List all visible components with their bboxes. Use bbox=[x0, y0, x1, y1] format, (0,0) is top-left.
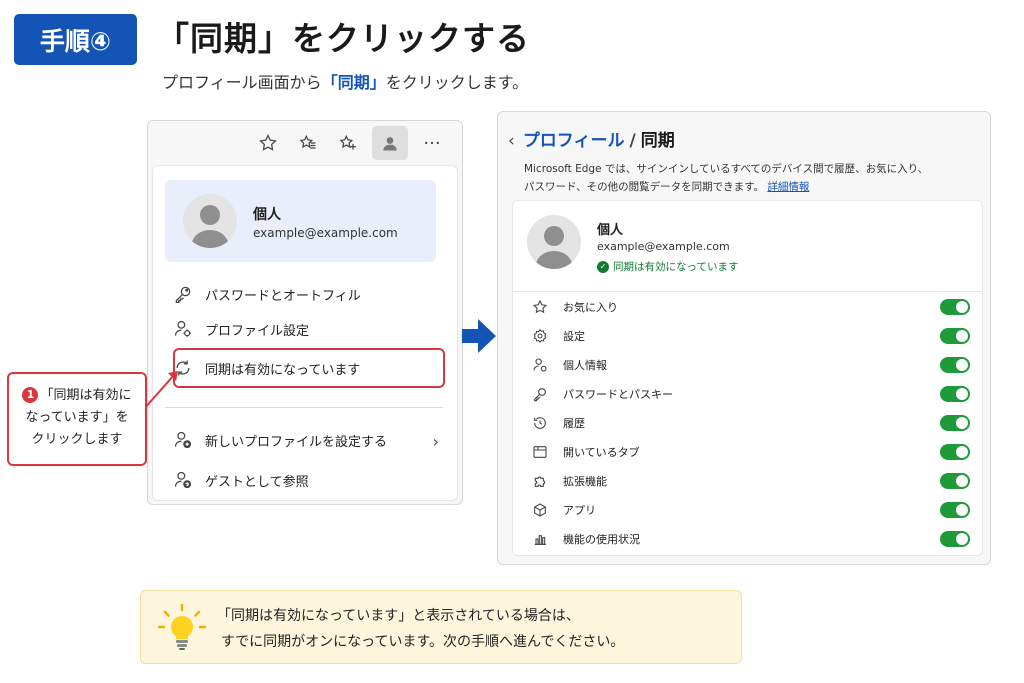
arrow-right-icon bbox=[462, 319, 496, 353]
step-badge: 手順④ bbox=[14, 14, 137, 65]
sync-row-label: 開いているタブ bbox=[563, 445, 640, 459]
sync-row-label: 設定 bbox=[563, 329, 585, 343]
sync-row-apps: アプリ bbox=[513, 495, 982, 524]
menu-item-sync[interactable]: 同期は有効になっています bbox=[171, 352, 360, 384]
breadcrumb-profile-link[interactable]: プロフィール bbox=[523, 131, 625, 151]
sync-description: Microsoft Edge では、サインインしているすべてのデバイス間で履歴、… bbox=[524, 160, 964, 196]
callout-number: 1 bbox=[22, 387, 39, 403]
back-button[interactable]: ‹ bbox=[508, 131, 515, 151]
gear-icon bbox=[531, 327, 549, 345]
callout-line2: なっています」を bbox=[25, 410, 129, 425]
sync-settings-panel: ‹ プロフィール / 同期 Microsoft Edge では、サインインしているすべ… bbox=[497, 111, 991, 565]
sync-row-extensions: 拡張機能 bbox=[513, 466, 982, 495]
account-email: example@example.com bbox=[597, 240, 730, 253]
subtitle-post: をクリックします。 bbox=[385, 73, 529, 92]
sync-row-label: アプリ bbox=[563, 503, 596, 517]
menu-item-label: プロファイル設定 bbox=[205, 323, 310, 339]
sync-card: 個人 example@example.com ✓ 同期は有効になっています お気… bbox=[512, 200, 983, 556]
sync-row-label: パスワードとパスキー bbox=[563, 387, 673, 401]
menu-item-label: ゲストとして参照 bbox=[205, 474, 309, 490]
menu-item-profile-settings[interactable]: プロファイル設定 bbox=[171, 313, 309, 345]
person-gear-icon bbox=[171, 317, 195, 341]
person-info-icon bbox=[531, 356, 549, 374]
key-icon bbox=[531, 385, 549, 403]
favorites-icon[interactable] bbox=[288, 126, 328, 160]
sync-row-label: お気に入り bbox=[563, 300, 618, 314]
account-name: 個人 bbox=[597, 223, 624, 238]
browser-window: ··· 個人 example@example.com パスワードとオートフィル … bbox=[147, 120, 463, 505]
sync-row-open-tabs: 開いているタブ bbox=[513, 437, 982, 466]
subtitle-highlight: 「同期」 bbox=[321, 73, 386, 92]
sync-toggle-apps[interactable] bbox=[940, 501, 970, 518]
profile-card[interactable]: 個人 example@example.com bbox=[165, 180, 436, 262]
breadcrumb-current: 同期 bbox=[640, 131, 675, 151]
sync-toggle-personal-info[interactable] bbox=[940, 356, 970, 373]
sync-row-label: 拡張機能 bbox=[563, 474, 607, 488]
subtitle-pre: プロフィール画面から bbox=[162, 73, 322, 92]
avatar bbox=[527, 215, 581, 269]
callout-line3: クリックします bbox=[31, 432, 123, 447]
cube-icon bbox=[531, 501, 549, 519]
sync-row-personal-info: 個人情報 bbox=[513, 350, 982, 379]
sync-toggle-open-tabs[interactable] bbox=[940, 443, 970, 460]
chevron-right-icon: › bbox=[432, 432, 439, 451]
profile-menu: 個人 example@example.com パスワードとオートフィル プロファ… bbox=[152, 165, 458, 501]
sync-row-label: 機能の使用状況 bbox=[563, 532, 640, 546]
menu-item-passwords[interactable]: パスワードとオートフィル bbox=[171, 278, 361, 310]
sync-status: ✓ 同期は有効になっています bbox=[597, 259, 738, 274]
learn-more-link[interactable]: 詳細情報 bbox=[767, 181, 809, 193]
sync-row-label: 個人情報 bbox=[563, 358, 607, 372]
menu-item-label: 同期は有効になっています bbox=[205, 362, 361, 378]
bar-chart-icon bbox=[531, 530, 549, 548]
desc-line1: Microsoft Edge では、サインインしているすべてのデバイス間で履歴、… bbox=[524, 163, 929, 175]
tip-box: 「同期は有効になっています」と表示されている場合は、 すでに同期がオンになってい… bbox=[140, 590, 742, 664]
sync-toggle-extensions[interactable] bbox=[940, 472, 970, 489]
desc-line2: パスワード、その他の閲覧データを同期できます。 詳細情報 bbox=[524, 181, 810, 193]
menu-item-guest[interactable]: ゲストとして参照 bbox=[171, 464, 309, 496]
menu-item-label: 新しいプロファイルを設定する bbox=[205, 434, 388, 450]
callout-arrow bbox=[143, 371, 178, 410]
history-icon bbox=[531, 414, 549, 432]
profile-icon[interactable] bbox=[372, 126, 408, 160]
tip-line2: すでに同期がオンになっています。次の手順へ進んでください。 bbox=[221, 634, 625, 650]
guest-icon bbox=[171, 468, 195, 492]
sync-row-favorites: お気に入り bbox=[513, 292, 982, 321]
sync-row-settings: 設定 bbox=[513, 321, 982, 350]
avatar bbox=[183, 194, 237, 248]
sync-toggle-history[interactable] bbox=[940, 414, 970, 431]
sync-row-feature-usage: 機能の使用状況 bbox=[513, 524, 982, 553]
lightbulb-icon bbox=[157, 603, 207, 650]
profile-email: example@example.com bbox=[253, 226, 398, 240]
subtitle: プロフィール画面から「同期」をクリックします。 bbox=[162, 71, 528, 95]
menu-item-new-profile[interactable]: 新しいプロファイルを設定する bbox=[171, 424, 387, 456]
callout-line1: 1 「同期は有効に bbox=[9, 385, 145, 407]
sync-row-label: 履歴 bbox=[563, 416, 585, 430]
breadcrumb: ‹ プロフィール / 同期 bbox=[508, 126, 675, 151]
tip-line1: 「同期は有効になっています」と表示されている場合は、 bbox=[217, 608, 580, 624]
profile-name: 個人 bbox=[253, 207, 281, 223]
callout-box: 1 「同期は有効に なっています」を クリックします bbox=[7, 372, 147, 466]
page-title: 「同期」をクリックする bbox=[156, 19, 530, 58]
more-icon[interactable]: ··· bbox=[412, 126, 452, 160]
browser-toolbar: ··· bbox=[148, 121, 462, 165]
star-icon bbox=[531, 298, 549, 316]
sync-toggle-passwords[interactable] bbox=[940, 385, 970, 402]
sync-toggle-settings[interactable] bbox=[940, 327, 970, 344]
key-icon bbox=[171, 282, 195, 306]
menu-divider bbox=[165, 407, 443, 408]
check-circle-icon: ✓ bbox=[597, 260, 609, 273]
tabs-icon bbox=[531, 443, 549, 461]
sync-row-history: 履歴 bbox=[513, 408, 982, 437]
add-favorite-icon[interactable] bbox=[328, 126, 368, 160]
person-add-icon bbox=[171, 428, 195, 452]
puzzle-icon bbox=[531, 472, 549, 490]
breadcrumb-separator: / bbox=[629, 131, 636, 151]
sync-row-passwords: パスワードとパスキー bbox=[513, 379, 982, 408]
sync-toggle-feature-usage[interactable] bbox=[940, 530, 970, 547]
sync-toggle-favorites[interactable] bbox=[940, 298, 970, 315]
star-icon[interactable] bbox=[248, 126, 288, 160]
menu-item-label: パスワードとオートフィル bbox=[205, 288, 361, 304]
